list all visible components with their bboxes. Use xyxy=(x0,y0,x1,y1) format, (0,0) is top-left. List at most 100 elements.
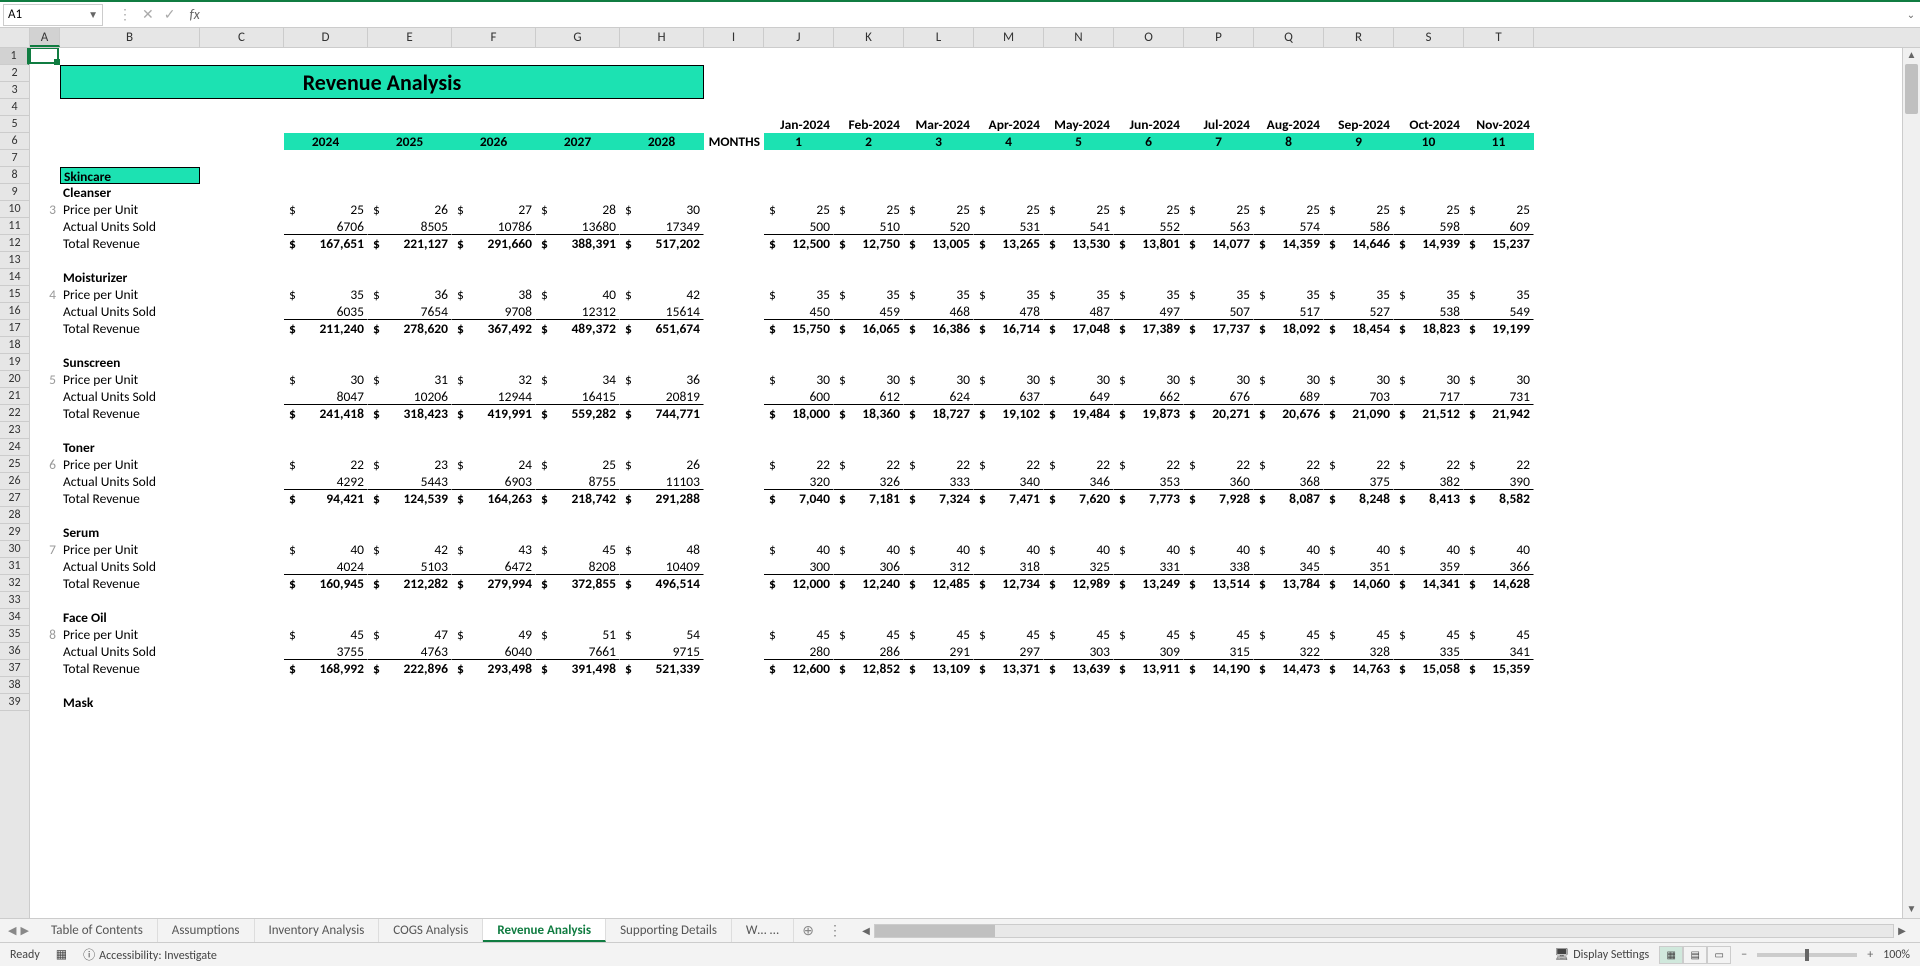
row-header-39[interactable]: 39 xyxy=(0,694,29,711)
confirm-icon[interactable]: ✓ xyxy=(164,6,176,23)
row-header-36[interactable]: 36 xyxy=(0,643,29,660)
row-header-18[interactable]: 18 xyxy=(0,337,29,354)
hscroll-right-icon[interactable]: ▶ xyxy=(1894,924,1910,937)
hscroll-left-icon[interactable]: ◀ xyxy=(858,924,874,937)
row-header-16[interactable]: 16 xyxy=(0,303,29,320)
row-header-7[interactable]: 7 xyxy=(0,150,29,167)
col-header-B[interactable]: B xyxy=(60,28,200,47)
tab-supporting-details[interactable]: Supporting Details xyxy=(606,919,732,942)
row-header-9[interactable]: 9 xyxy=(0,184,29,201)
col-header-P[interactable]: P xyxy=(1184,28,1254,47)
tabs-menu-icon[interactable]: ⋮ xyxy=(822,922,848,939)
scroll-up-icon[interactable]: ▲ xyxy=(1903,48,1920,64)
horizontal-scrollbar[interactable]: ◀ ▶ xyxy=(858,924,1910,938)
col-header-H[interactable]: H xyxy=(620,28,704,47)
hscroll-thumb[interactable] xyxy=(875,925,995,937)
row-header-28[interactable]: 28 xyxy=(0,507,29,524)
col-header-I[interactable]: I xyxy=(704,28,764,47)
month-num-4: 5 xyxy=(1044,133,1114,150)
view-normal-button[interactable]: ▦ xyxy=(1659,946,1683,964)
zoom-out-button[interactable]: − xyxy=(1741,948,1747,962)
zoom-in-button[interactable]: + xyxy=(1867,948,1873,962)
col-header-L[interactable]: L xyxy=(904,28,974,47)
row-header-8[interactable]: 8 xyxy=(0,167,29,184)
row-header-32[interactable]: 32 xyxy=(0,575,29,592)
row-header-38[interactable]: 38 xyxy=(0,677,29,694)
row-header-31[interactable]: 31 xyxy=(0,558,29,575)
col-header-C[interactable]: C xyxy=(200,28,284,47)
row-header-33[interactable]: 33 xyxy=(0,592,29,609)
add-sheet-icon[interactable]: ⊕ xyxy=(794,922,822,939)
tab-next-icon[interactable]: ▶ xyxy=(20,924,28,937)
view-page-break-button[interactable]: ▭ xyxy=(1707,946,1731,964)
accessibility-status[interactable]: ⓘAccessibility: Investigate xyxy=(83,946,217,963)
col-header-F[interactable]: F xyxy=(452,28,536,47)
tab-assumptions[interactable]: Assumptions xyxy=(158,919,255,942)
row-header-12[interactable]: 12 xyxy=(0,235,29,252)
row-header-20[interactable]: 20 xyxy=(0,371,29,388)
tab-w-[interactable]: W… ... xyxy=(732,919,794,942)
col-header-K[interactable]: K xyxy=(834,28,904,47)
row-header-11[interactable]: 11 xyxy=(0,218,29,235)
row-header-6[interactable]: 6 xyxy=(0,133,29,150)
formula-input[interactable] xyxy=(212,4,1902,26)
col-header-D[interactable]: D xyxy=(284,28,368,47)
row-header-5[interactable]: 5 xyxy=(0,116,29,133)
row-header-19[interactable]: 19 xyxy=(0,354,29,371)
name-box[interactable]: A1 ▼ xyxy=(3,4,103,26)
row-header-17[interactable]: 17 xyxy=(0,320,29,337)
row-header-3[interactable]: 3 xyxy=(0,82,29,99)
row-header-4[interactable]: 4 xyxy=(0,99,29,116)
scroll-down-icon[interactable]: ▼ xyxy=(1903,902,1920,918)
row-header-10[interactable]: 10 xyxy=(0,201,29,218)
cells-area[interactable]: Revenue AnalysisJan-2024Feb-2024Mar-2024… xyxy=(30,48,1902,918)
col-header-Q[interactable]: Q xyxy=(1254,28,1324,47)
row-header-37[interactable]: 37 xyxy=(0,660,29,677)
col-header-G[interactable]: G xyxy=(536,28,620,47)
col-header-N[interactable]: N xyxy=(1044,28,1114,47)
col-header-J[interactable]: J xyxy=(764,28,834,47)
month-header-1: Feb-2024 xyxy=(834,116,904,133)
col-header-E[interactable]: E xyxy=(368,28,452,47)
col-header-R[interactable]: R xyxy=(1324,28,1394,47)
name-box-dropdown-icon[interactable]: ▼ xyxy=(88,8,98,21)
row-header-1[interactable]: 1 xyxy=(0,48,29,65)
col-header-A[interactable]: A xyxy=(30,28,60,47)
formula-expand-icon[interactable]: ⌄ xyxy=(1902,8,1920,21)
cancel-icon[interactable]: ✕ xyxy=(142,6,154,23)
view-page-layout-button[interactable]: ▤ xyxy=(1683,946,1707,964)
fx-icon[interactable]: fx xyxy=(189,6,199,23)
tab-cogs-analysis[interactable]: COGS Analysis xyxy=(379,919,483,942)
row-header-25[interactable]: 25 xyxy=(0,456,29,473)
row-header-26[interactable]: 26 xyxy=(0,473,29,490)
col-header-M[interactable]: M xyxy=(974,28,1044,47)
row-header-13[interactable]: 13 xyxy=(0,252,29,269)
row-header-30[interactable]: 30 xyxy=(0,541,29,558)
row-header-15[interactable]: 15 xyxy=(0,286,29,303)
row-header-22[interactable]: 22 xyxy=(0,405,29,422)
zoom-slider[interactable] xyxy=(1757,953,1857,957)
row-header-34[interactable]: 34 xyxy=(0,609,29,626)
tab-revenue-analysis[interactable]: Revenue Analysis xyxy=(483,919,606,942)
col-header-T[interactable]: T xyxy=(1464,28,1534,47)
tab-inventory-analysis[interactable]: Inventory Analysis xyxy=(255,919,380,942)
row-header-21[interactable]: 21 xyxy=(0,388,29,405)
formula-dropdown-icon[interactable]: ⋮ xyxy=(118,6,132,23)
row-header-24[interactable]: 24 xyxy=(0,439,29,456)
zoom-level[interactable]: 100% xyxy=(1883,948,1910,962)
tab-prev-icon[interactable]: ◀ xyxy=(8,924,16,937)
row-header-27[interactable]: 27 xyxy=(0,490,29,507)
row-header-35[interactable]: 35 xyxy=(0,626,29,643)
select-all-corner[interactable] xyxy=(0,28,30,47)
vertical-scrollbar[interactable]: ▲ ▼ xyxy=(1902,48,1920,918)
col-header-S[interactable]: S xyxy=(1394,28,1464,47)
row-header-23[interactable]: 23 xyxy=(0,422,29,439)
row-header-2[interactable]: 2 xyxy=(0,65,29,82)
tab-table-of-contents[interactable]: Table of Contents xyxy=(37,919,158,942)
macro-icon[interactable]: ▦ xyxy=(56,947,67,962)
display-settings[interactable]: 🖥Display Settings xyxy=(1554,947,1649,962)
row-header-29[interactable]: 29 xyxy=(0,524,29,541)
col-header-O[interactable]: O xyxy=(1114,28,1184,47)
scrollbar-thumb[interactable] xyxy=(1905,64,1918,114)
row-header-14[interactable]: 14 xyxy=(0,269,29,286)
